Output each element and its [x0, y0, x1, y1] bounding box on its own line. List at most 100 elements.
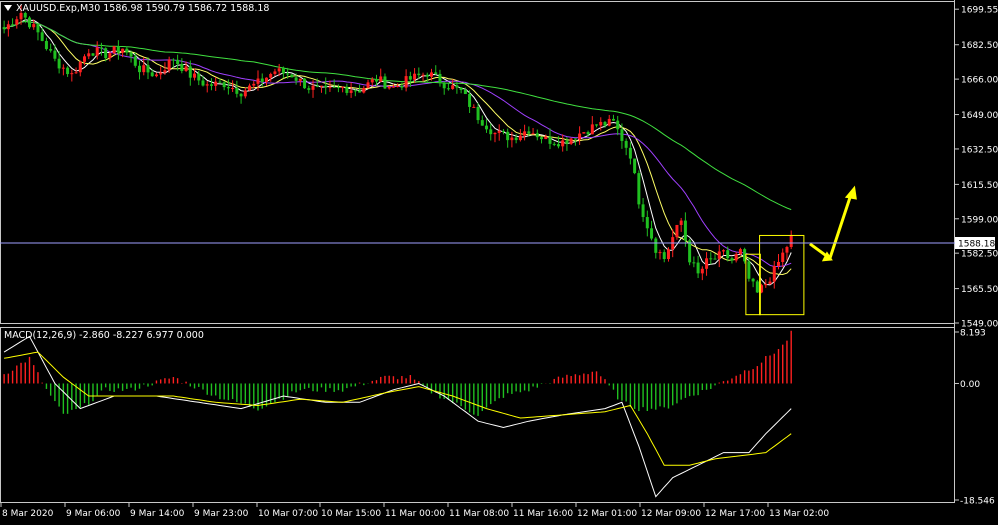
candle — [611, 114, 615, 121]
candle — [408, 71, 412, 88]
candle — [734, 252, 738, 263]
candle — [569, 137, 573, 145]
candle — [493, 132, 497, 143]
chart-canvas[interactable]: XAUUSD.Exp,M30 1586.98 1590.79 1586.72 1… — [0, 0, 998, 521]
candle — [209, 78, 213, 91]
candle — [116, 40, 120, 60]
candle — [624, 138, 628, 156]
candle — [489, 123, 493, 141]
candle — [222, 81, 226, 91]
candle — [138, 60, 142, 80]
price-tick-label: 1649.00 — [961, 111, 998, 121]
candle — [590, 116, 594, 135]
candle — [6, 20, 10, 37]
candle — [721, 249, 725, 256]
candle — [485, 119, 489, 133]
candle — [248, 83, 252, 91]
candle — [438, 69, 442, 87]
price-label: 1588.18 — [955, 237, 995, 250]
candle — [345, 83, 349, 96]
candle — [595, 124, 599, 128]
candle — [776, 254, 780, 270]
candle — [2, 20, 6, 34]
price-tick-label: 1599.00 — [961, 215, 998, 225]
symbol-info: XAUUSD.Exp,M30 1586.98 1590.79 1586.72 1… — [16, 3, 269, 14]
candle — [692, 256, 696, 268]
macd-tick-label: -18.546 — [960, 497, 995, 507]
price-label-text: 1588.18 — [958, 240, 995, 250]
candle — [171, 58, 175, 68]
candle — [578, 126, 582, 145]
candle — [205, 81, 209, 93]
time-tick-label: 10 Mar 07:00 — [258, 509, 318, 519]
candle — [341, 86, 345, 93]
candle — [705, 252, 709, 276]
candle — [303, 77, 307, 89]
price-tick-label: 1632.50 — [961, 145, 998, 155]
candle — [785, 245, 789, 261]
candle — [713, 253, 717, 260]
price-tick-label: 1565.50 — [961, 285, 998, 295]
candle — [15, 16, 19, 29]
candle — [91, 53, 95, 57]
candle — [66, 66, 70, 77]
candle — [28, 16, 32, 29]
candle — [535, 129, 539, 141]
candle — [540, 136, 544, 144]
candle — [548, 128, 552, 150]
candle — [650, 220, 654, 241]
candle — [434, 65, 438, 75]
candle — [53, 44, 57, 62]
candle — [235, 80, 239, 98]
candle — [11, 18, 15, 26]
price-tick-label: 1666.00 — [961, 76, 998, 86]
macd-tick-label: 8.193 — [960, 329, 986, 339]
price-scale: 1699.55 1682.50 1666.00 1649.00 1632.50 1615.… — [955, 6, 998, 330]
time-tick-label: 12 Mar 09:00 — [641, 509, 701, 519]
candle — [87, 49, 91, 60]
candle — [150, 68, 154, 77]
candle — [781, 248, 785, 268]
candle — [44, 37, 48, 51]
candle — [518, 129, 522, 142]
triangle-down-icon[interactable] — [4, 5, 12, 11]
macd-scale: 8.193 0.00 -18.546 — [955, 329, 995, 507]
main-pane-frame — [0, 1, 955, 324]
candle — [755, 279, 759, 293]
time-tick-label: 11 Mar 00:00 — [385, 509, 445, 519]
candle — [717, 244, 721, 268]
candle — [180, 58, 184, 74]
macd-tick-label: 0.00 — [960, 380, 980, 390]
candle — [307, 85, 311, 94]
candle — [273, 68, 277, 76]
candle — [125, 46, 129, 56]
candle — [362, 86, 366, 94]
candlesticks — [2, 4, 793, 294]
candle — [662, 249, 666, 263]
candle — [582, 132, 586, 134]
candle — [99, 42, 103, 56]
candle — [243, 87, 247, 99]
candle — [49, 43, 53, 53]
time-tick-label: 11 Mar 16:00 — [513, 509, 573, 519]
candle — [679, 217, 683, 232]
candle — [772, 260, 776, 289]
main-header: XAUUSD.Exp,M30 1586.98 1590.79 1586.72 1… — [4, 3, 269, 14]
time-tick-label: 10 Mar 15:00 — [321, 509, 381, 519]
macd-header: MACD(12,26,9) -2.860 -8.227 6.977 0.000 — [4, 330, 204, 341]
time-tick-label: 12 Mar 01:00 — [577, 509, 637, 519]
candle — [501, 129, 505, 135]
candle — [112, 45, 116, 55]
candle — [159, 66, 163, 80]
candle — [789, 230, 793, 250]
price-tick-label: 1582.50 — [961, 250, 998, 260]
arrow-up-icon — [844, 185, 857, 200]
candle — [628, 142, 632, 165]
candle — [751, 277, 755, 288]
candle — [421, 72, 425, 82]
candle — [167, 56, 171, 73]
candle — [298, 78, 302, 86]
candle — [675, 224, 679, 240]
candle — [645, 210, 649, 237]
candle — [349, 82, 353, 98]
